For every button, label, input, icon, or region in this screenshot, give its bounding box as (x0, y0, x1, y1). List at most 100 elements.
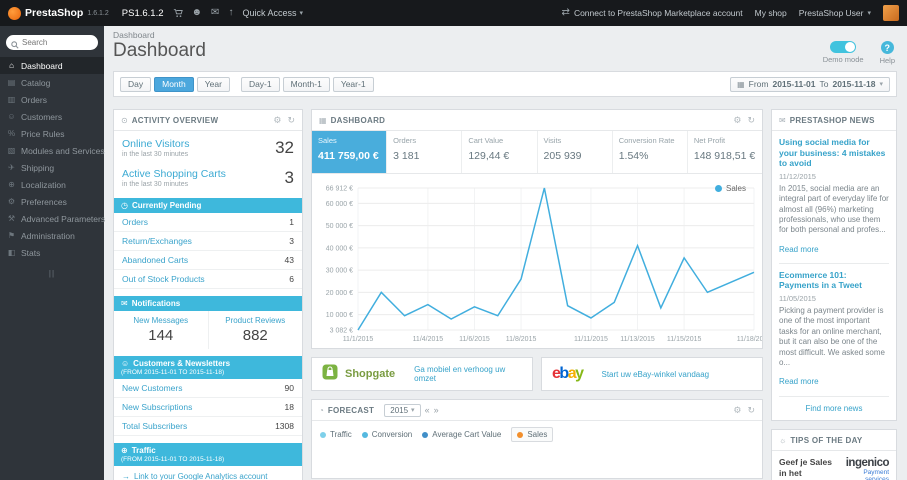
new-customers-value: 90 (284, 383, 294, 393)
shopgate-wordmark: Shopgate (345, 368, 396, 380)
read-more-link[interactable]: Read more (779, 245, 819, 254)
activity-overview-panel: ⊙ ACTIVITY OVERVIEW ⚙ ↻ Online Visitors … (113, 109, 303, 480)
range-day-1-button[interactable]: Day-1 (240, 76, 280, 92)
gear-icon[interactable]: ⚙ (733, 405, 741, 416)
sidebar-item-customers[interactable]: ☺ Customers (0, 108, 104, 125)
person-icon[interactable]: ☻ (192, 8, 203, 18)
pending-returns-link[interactable]: Return/Exchanges (122, 236, 192, 246)
envelope-icon[interactable]: ✉ (211, 8, 219, 18)
demo-mode-toggle[interactable] (830, 41, 857, 53)
ebay-link[interactable]: Start uw eBay-winkel vandaag (602, 370, 710, 379)
sidebar-item-advanced-parameters[interactable]: ⚒ Advanced Parameters (0, 210, 105, 227)
range-year-button[interactable]: Year (196, 76, 230, 92)
find-more-news-link[interactable]: Find more news (779, 396, 889, 420)
my-shop-link[interactable]: My shop (755, 8, 787, 18)
collapse-sidebar-button[interactable]: || (0, 269, 104, 278)
user-name: PrestaShop User (798, 8, 864, 18)
sales-chart: 11/1/2015 11/4/2015 11/6/2015 11/8/2015 11/1… (312, 178, 772, 346)
shopgate-link[interactable]: Ga mobiel en verhoog uw omzet (414, 365, 522, 383)
refresh-icon[interactable]: ↻ (287, 115, 295, 126)
sidebar-item-orders[interactable]: ▥ Orders (0, 91, 104, 108)
refresh-icon[interactable]: ↻ (747, 405, 755, 416)
new-customers-link[interactable]: New Customers (122, 383, 182, 393)
sidebar-item-price-rules[interactable]: % Price Rules (0, 125, 104, 142)
prestashop-logo-icon (8, 6, 21, 20)
active-carts-link[interactable]: Active Shopping Carts (122, 168, 226, 180)
caret-down-icon: ▾ (879, 81, 883, 88)
new-subscriptions-link[interactable]: New Subscriptions (122, 402, 192, 412)
globe-icon: ⊕ (8, 180, 15, 189)
legend-dot-icon (320, 431, 326, 438)
news-article-link[interactable]: Using social media for your business: 4 … (779, 137, 889, 169)
kpi-sales[interactable]: Sales 411 759,00 € (312, 131, 388, 173)
prev-year-button[interactable]: « (425, 405, 430, 415)
news-panel-title: PRESTASHOP NEWS (789, 115, 875, 125)
prestashop-brand[interactable]: PrestaShop 1.6.1.2 (8, 6, 109, 20)
ingenico-wordmark: ingenico (845, 457, 890, 470)
read-more-link[interactable]: Read more (779, 377, 819, 386)
product-reviews-cell[interactable]: Product Reviews 882 (209, 311, 303, 349)
legend-label: Traffic (330, 430, 352, 439)
pending-orders-link[interactable]: Orders (122, 217, 148, 227)
user-menu[interactable]: PrestaShop User ▾ (799, 8, 871, 18)
forecast-panel-title: FORECAST (327, 405, 375, 415)
marketplace-link[interactable]: ⇄ Connect to PrestaShop Marketplace acco… (562, 8, 743, 19)
user-avatar[interactable] (883, 5, 899, 21)
chart-legend-sales[interactable]: Sales (714, 184, 746, 193)
range-year-1-button[interactable]: Year-1 (332, 76, 374, 92)
arrow-up-icon[interactable]: ↑ (228, 8, 233, 18)
kpi-label: Orders (393, 136, 417, 145)
new-messages-cell[interactable]: New Messages 144 (114, 311, 209, 349)
kpi-visits[interactable]: Visits 205 939 (538, 131, 613, 173)
search-input[interactable] (6, 35, 98, 50)
forecast-legend-sales[interactable]: Sales (511, 427, 554, 442)
gear-icon[interactable]: ⚙ (273, 115, 281, 126)
kpi-conversion-rate[interactable]: Conversion Rate 1.54% (613, 131, 688, 173)
tips-panel-title: TIPS OF THE DAY (790, 435, 863, 445)
notifications-header: ✉ Notifications (114, 296, 302, 311)
abandoned-carts-link[interactable]: Abandoned Carts (122, 255, 188, 265)
online-visitors-link[interactable]: Online Visitors (122, 138, 190, 150)
customers-row: New Subscriptions 18 (114, 398, 302, 417)
range-day-button[interactable]: Day (120, 76, 152, 92)
range-month-button[interactable]: Month (154, 76, 194, 92)
sidebar-item-catalog[interactable]: ▤ Catalog (0, 74, 104, 91)
kpi-net-profit[interactable]: Net Profit 148 918,51 € (688, 131, 762, 173)
svg-text:11/8/2015: 11/8/2015 (506, 336, 537, 343)
news-article-link[interactable]: Ecommerce 101: Payments in a Tweet (779, 270, 889, 291)
next-year-button[interactable]: » (434, 405, 439, 415)
sidebar-item-dashboard[interactable]: ⌂ Dashboard (0, 57, 104, 74)
forecast-legend-average-cart-value[interactable]: Average Cart Value (422, 430, 501, 439)
kpi-label: Visits (543, 136, 562, 145)
sidebar-item-administration[interactable]: ⚑ Administration (0, 227, 104, 244)
quick-access-button[interactable]: Quick Access ▾ (242, 8, 303, 18)
product-reviews-label: Product Reviews (225, 316, 286, 325)
kpi-orders[interactable]: Orders 3 181 (387, 131, 463, 173)
sidebar-item-preferences[interactable]: ⚙ Preferences (0, 193, 104, 210)
gear-icon[interactable]: ⚙ (733, 115, 741, 126)
out-of-stock-link[interactable]: Out of Stock Products (122, 274, 205, 284)
forecast-legend-traffic[interactable]: Traffic (320, 430, 352, 439)
help-icon[interactable]: ? (880, 41, 894, 54)
sidebar-item-modules[interactable]: ▧ Modules and Services (0, 142, 105, 159)
sidebar-item-localization[interactable]: ⊕ Localization (0, 176, 104, 193)
refresh-icon[interactable]: ↻ (747, 115, 755, 126)
demo-mode-label: Demo mode (822, 55, 864, 64)
currently-pending-header: ◷ Currently Pending (114, 198, 302, 213)
prestashop-admin: PrestaShop 1.6.1.2 PS1.6.1.2 ☻ ✉ ↑ Quick… (0, 0, 907, 480)
kpi-cart-value[interactable]: Cart Value 129,44 € (462, 131, 538, 173)
forecast-legend-conversion[interactable]: Conversion (361, 430, 412, 439)
sidebar-item-stats[interactable]: ◧ Stats (0, 244, 104, 261)
date-range-picker[interactable]: ▦ From 2015-11-01 To 2015-11-18 ▾ (730, 76, 890, 92)
range-month-1-button[interactable]: Month-1 (282, 76, 330, 92)
year-select[interactable]: 2015 ▾ (384, 403, 421, 417)
svg-text:20 000 €: 20 000 € (326, 290, 353, 297)
section-title: Currently Pending (131, 201, 202, 210)
google-analytics-link[interactable]: → Link to your Google Analytics account (114, 466, 302, 480)
total-subscribers-link[interactable]: Total Subscribers (122, 421, 187, 431)
news-article-date: 11/12/2015 (779, 171, 816, 181)
sidebar-item-label: Catalog (21, 77, 51, 88)
shop-name-link[interactable]: PS1.6.1.2 (122, 8, 164, 19)
sidebar-item-shipping[interactable]: ✈ Shipping (0, 159, 104, 176)
cart-icon[interactable] (173, 8, 183, 18)
